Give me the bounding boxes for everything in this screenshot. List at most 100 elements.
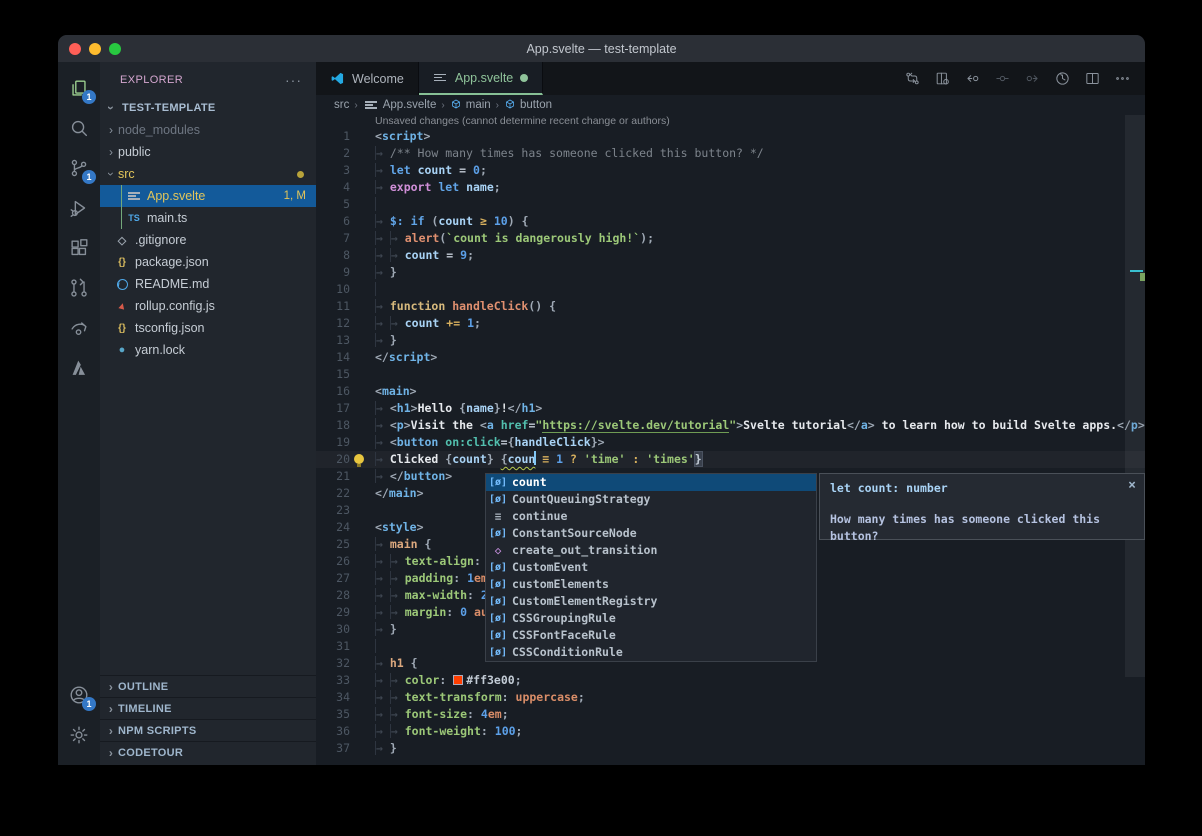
line-number: 15 bbox=[316, 366, 350, 383]
suggestion-label: CountQueuingStrategy bbox=[512, 491, 650, 508]
open-file-icon[interactable] bbox=[929, 66, 955, 92]
sidebar-section-outline[interactable]: ›OUTLINE bbox=[100, 675, 316, 697]
line-number: 23 bbox=[316, 502, 350, 519]
tab-label: Welcome bbox=[352, 72, 404, 86]
suggestion-customelementregistry[interactable]: [ø]CustomElementRegistry bbox=[486, 593, 816, 610]
line-number: 19 bbox=[316, 434, 350, 451]
line-number: 25 bbox=[316, 536, 350, 553]
overview-ruler-mark bbox=[1140, 273, 1145, 281]
run-and-debug-icon[interactable] bbox=[58, 188, 100, 228]
sidebar-section-timeline[interactable]: ›TIMELINE bbox=[100, 697, 316, 719]
tree-item-rollup-config-js[interactable]: ▲rollup.config.js bbox=[100, 295, 316, 317]
suggestion-constantsourcenode[interactable]: [ø]ConstantSourceNode bbox=[486, 525, 816, 542]
azure-icon[interactable] bbox=[58, 348, 100, 388]
minimize-window-button[interactable] bbox=[89, 43, 101, 55]
line-number: 5 bbox=[316, 196, 350, 213]
split-editor-icon[interactable] bbox=[1079, 66, 1105, 92]
chevron-right-icon: › bbox=[104, 702, 118, 716]
suggestion-cssfontfacerule[interactable]: [ø]CSSFontFaceRule bbox=[486, 627, 816, 644]
tree-item-main-ts[interactable]: TSmain.ts bbox=[100, 207, 316, 229]
sidebar-section-codetour[interactable]: ›CODETOUR bbox=[100, 741, 316, 763]
line-number: 9 bbox=[316, 264, 350, 281]
accounts-icon[interactable]: 1 bbox=[58, 675, 100, 715]
tree-item-package-json[interactable]: {}package.json bbox=[100, 251, 316, 273]
tree-item-yarn-lock[interactable]: ●yarn.lock bbox=[100, 339, 316, 361]
suggestion-countqueuingstrategy[interactable]: [ø]CountQueuingStrategy bbox=[486, 491, 816, 508]
previous-change-icon[interactable] bbox=[959, 66, 985, 92]
code-line: 3→ let count = 0; bbox=[316, 162, 1145, 179]
breadcrumb-item-app-svelte[interactable]: App.svelte bbox=[363, 99, 437, 111]
chevron-right-icon: › bbox=[104, 123, 118, 137]
badge-count: 1 bbox=[82, 90, 96, 104]
sidebar-more-actions[interactable]: ··· bbox=[285, 72, 302, 88]
open-changes-icon[interactable] bbox=[899, 66, 925, 92]
lightbulb-icon[interactable] bbox=[354, 454, 364, 464]
code-line: 9→ } bbox=[316, 264, 1145, 281]
line-number: 14 bbox=[316, 349, 350, 366]
github-pull-requests-icon[interactable] bbox=[58, 268, 100, 308]
modified-dot bbox=[297, 171, 304, 178]
color-swatch bbox=[453, 675, 463, 685]
suggest-widget: [ø]count[ø]CountQueuingStrategy≡continue… bbox=[485, 473, 817, 662]
ts-file-icon: TS bbox=[126, 213, 142, 223]
tree-item-readme-md[interactable]: iREADME.md bbox=[100, 273, 316, 295]
chevron-right-icon: › bbox=[441, 100, 444, 111]
line-number: 20 bbox=[316, 451, 350, 468]
tab-welcome[interactable]: Welcome bbox=[316, 62, 419, 95]
tab-label: App.svelte bbox=[455, 71, 513, 85]
chevron-right-icon: › bbox=[496, 100, 499, 111]
suggestion-label: continue bbox=[512, 508, 567, 525]
tree-item-src[interactable]: ›src bbox=[100, 163, 316, 185]
explorer-icon[interactable]: 1 bbox=[58, 68, 100, 108]
tree-item--gitignore[interactable]: ◇.gitignore bbox=[100, 229, 316, 251]
suggestion-customelements[interactable]: [ø]customElements bbox=[486, 576, 816, 593]
explorer-sidebar: EXPLORER ··· › TEST-TEMPLATE ›node_modul… bbox=[100, 62, 316, 765]
line-number: 7 bbox=[316, 230, 350, 247]
suggestion-customevent[interactable]: [ø]CustomEvent bbox=[486, 559, 816, 576]
live-share-icon[interactable] bbox=[58, 308, 100, 348]
tree-item-label: public bbox=[118, 145, 151, 159]
sidebar-title: EXPLORER bbox=[120, 74, 183, 86]
more-actions-icon[interactable] bbox=[1109, 66, 1135, 92]
tree-item-public[interactable]: ›public bbox=[100, 141, 316, 163]
next-change-icon[interactable] bbox=[1019, 66, 1045, 92]
gutter-indicator-icon[interactable] bbox=[989, 66, 1015, 92]
sidebar-section-npm-scripts[interactable]: ›NPM SCRIPTS bbox=[100, 719, 316, 741]
symbol-variable-icon: [ø] bbox=[489, 593, 507, 610]
breadcrumb-item-src[interactable]: src bbox=[334, 99, 349, 111]
suggestion-count[interactable]: [ø]count bbox=[486, 474, 816, 491]
close-window-button[interactable] bbox=[69, 43, 81, 55]
symbol-variable-icon: [ø] bbox=[489, 576, 507, 593]
code-editor[interactable]: Unsaved changes (cannot determine recent… bbox=[316, 115, 1145, 765]
code-line: 19→ <button on:click={handleClick}> bbox=[316, 434, 1145, 451]
file-history-icon[interactable] bbox=[1049, 66, 1075, 92]
line-number: 1 bbox=[316, 128, 350, 145]
symbol-element-icon bbox=[450, 98, 462, 113]
suggestion-cssgroupingrule[interactable]: [ø]CSSGroupingRule bbox=[486, 610, 816, 627]
suggestion-create_out_transition[interactable]: ◇create_out_transition bbox=[486, 542, 816, 559]
suggestion-continue[interactable]: ≡ continue bbox=[486, 508, 816, 525]
svelte-file-icon bbox=[433, 70, 448, 85]
source-control-icon[interactable]: 1 bbox=[58, 148, 100, 188]
breadcrumb-item-main[interactable]: main bbox=[450, 98, 491, 113]
tree-item-tsconfig-json[interactable]: {}tsconfig.json bbox=[100, 317, 316, 339]
tree-item-app-svelte[interactable]: App.svelte1, M bbox=[100, 185, 316, 207]
extensions-icon[interactable] bbox=[58, 228, 100, 268]
tree-item-node-modules[interactable]: ›node_modules bbox=[100, 119, 316, 141]
settings-icon[interactable] bbox=[58, 715, 100, 755]
breadcrumb-item-button[interactable]: button bbox=[504, 98, 552, 113]
close-icon[interactable]: × bbox=[1128, 477, 1136, 494]
tree-root-test-template[interactable]: › TEST-TEMPLATE bbox=[100, 97, 316, 119]
chevron-right-icon: › bbox=[104, 680, 118, 694]
code-line: 2→ /** How many times has someone clicke… bbox=[316, 145, 1145, 162]
editor-scrollbar[interactable] bbox=[1125, 115, 1145, 677]
tab-app-svelte[interactable]: App.svelte bbox=[419, 62, 543, 95]
line-number: 13 bbox=[316, 332, 350, 349]
line-number: 16 bbox=[316, 383, 350, 400]
search-icon[interactable] bbox=[58, 108, 100, 148]
symbol-keyword-icon: ≡ bbox=[489, 508, 507, 525]
maximize-window-button[interactable] bbox=[109, 43, 121, 55]
symbol-variable-icon: [ø] bbox=[489, 525, 507, 542]
suggestion-cssconditionrule[interactable]: [ø]CSSConditionRule bbox=[486, 644, 816, 661]
chevron-right-icon: › bbox=[354, 100, 357, 111]
